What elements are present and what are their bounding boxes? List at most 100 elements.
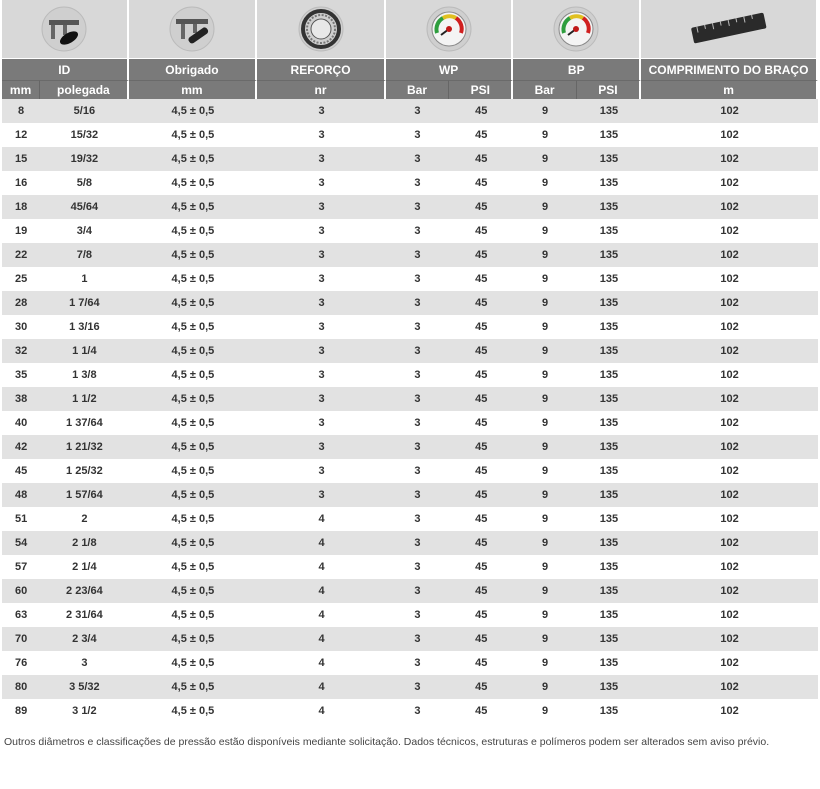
cell-reforco: 3 — [257, 435, 386, 459]
cell-wp-psi: 45 — [449, 507, 514, 531]
cell-mm: 42 — [2, 435, 41, 459]
cell-mm: 28 — [2, 291, 41, 315]
cell-bp-bar: 9 — [513, 603, 577, 627]
cell-length: 102 — [641, 339, 818, 363]
cell-polegada: 1 — [40, 267, 129, 291]
id-icon-cell — [2, 0, 129, 58]
cell-wp-bar: 3 — [385, 363, 450, 387]
cell-bp-psi: 135 — [576, 123, 642, 147]
cell-bp-psi: 135 — [576, 147, 642, 171]
cell-polegada: 1 3/8 — [40, 363, 129, 387]
group-header-row: ID Obrigado REFORÇO WP BP COMPRIMENTO DO… — [2, 58, 818, 80]
cell-polegada: 1 1/4 — [40, 339, 129, 363]
cell-mm: 57 — [2, 555, 41, 579]
cell-bp-bar: 9 — [513, 411, 577, 435]
cell-bp-psi: 135 — [576, 603, 642, 627]
cell-thickness: 4,5 ± 0,5 — [128, 651, 258, 675]
cell-thickness: 4,5 ± 0,5 — [128, 627, 258, 651]
cell-wp-bar: 3 — [385, 627, 450, 651]
cell-length: 102 — [641, 147, 818, 171]
cell-bp-psi: 135 — [576, 291, 642, 315]
cell-polegada: 1 21/32 — [40, 435, 129, 459]
unit-polegada: polegada — [40, 80, 129, 99]
cell-thickness: 4,5 ± 0,5 — [128, 99, 258, 123]
table-row: 28 1 7/64 4,5 ± 0,5 3 3 45 9 135 102 — [2, 291, 818, 315]
cell-wp-bar: 3 — [385, 315, 450, 339]
cell-reforco: 3 — [257, 483, 386, 507]
cell-length: 102 — [641, 123, 818, 147]
table-row: 54 2 1/8 4,5 ± 0,5 4 3 45 9 135 102 — [2, 531, 818, 555]
cell-bp-psi: 135 — [576, 171, 642, 195]
table-row: 25 1 4,5 ± 0,5 3 3 45 9 135 102 — [2, 267, 818, 291]
cell-mm: 80 — [2, 675, 41, 699]
cell-wp-bar: 3 — [385, 99, 450, 123]
wp-icon-cell — [385, 0, 514, 58]
cell-length: 102 — [641, 459, 818, 483]
cell-bp-psi: 135 — [576, 99, 642, 123]
cell-reforco: 3 — [257, 387, 386, 411]
cell-bp-bar: 9 — [513, 219, 577, 243]
cell-mm: 8 — [2, 99, 41, 123]
cell-wp-psi: 45 — [449, 483, 514, 507]
cell-mm: 45 — [2, 459, 41, 483]
cell-polegada: 2 23/64 — [40, 579, 129, 603]
pressure-gauge-icon — [553, 6, 599, 52]
cell-reforco: 4 — [257, 555, 386, 579]
cell-wp-psi: 45 — [449, 171, 514, 195]
cell-wp-bar: 3 — [385, 699, 450, 723]
cell-thickness: 4,5 ± 0,5 — [128, 147, 258, 171]
cell-wp-bar: 3 — [385, 171, 450, 195]
table-row: 76 3 4,5 ± 0,5 4 3 45 9 135 102 — [2, 651, 818, 675]
cell-bp-psi: 135 — [576, 483, 642, 507]
cell-wp-bar: 3 — [385, 459, 450, 483]
table-row: 63 2 31/64 4,5 ± 0,5 4 3 45 9 135 102 — [2, 603, 818, 627]
cell-wp-psi: 45 — [449, 627, 514, 651]
table-row: 42 1 21/32 4,5 ± 0,5 3 3 45 9 135 102 — [2, 435, 818, 459]
cell-wp-bar: 3 — [385, 555, 450, 579]
cell-polegada: 5/16 — [40, 99, 129, 123]
cell-length: 102 — [641, 411, 818, 435]
cell-length: 102 — [641, 627, 818, 651]
cell-thickness: 4,5 ± 0,5 — [128, 315, 258, 339]
table-row: 22 7/8 4,5 ± 0,5 3 3 45 9 135 102 — [2, 243, 818, 267]
spec-table-page: ID Obrigado REFORÇO WP BP COMPRIMENTO DO… — [0, 0, 820, 748]
cell-wp-psi: 45 — [449, 531, 514, 555]
cell-thickness: 4,5 ± 0,5 — [128, 531, 258, 555]
cell-reforco: 3 — [257, 171, 386, 195]
cell-wp-bar: 3 — [385, 435, 450, 459]
cell-mm: 25 — [2, 267, 41, 291]
cell-wp-psi: 45 — [449, 579, 514, 603]
cell-polegada: 3 1/2 — [40, 699, 129, 723]
cell-wp-bar: 3 — [385, 219, 450, 243]
cell-reforco: 3 — [257, 267, 386, 291]
cell-thickness: 4,5 ± 0,5 — [128, 483, 258, 507]
cell-mm: 63 — [2, 603, 41, 627]
cell-thickness: 4,5 ± 0,5 — [128, 435, 258, 459]
table-row: 15 19/32 4,5 ± 0,5 3 3 45 9 135 102 — [2, 147, 818, 171]
header-wp: WP — [385, 58, 514, 80]
cell-bp-psi: 135 — [576, 243, 642, 267]
header-bp: BP — [513, 58, 642, 80]
cell-bp-psi: 135 — [576, 699, 642, 723]
table-row: 48 1 57/64 4,5 ± 0,5 3 3 45 9 135 102 — [2, 483, 818, 507]
cell-wp-bar: 3 — [385, 507, 450, 531]
cell-bp-psi: 135 — [576, 315, 642, 339]
cell-mm: 12 — [2, 123, 41, 147]
cell-bp-bar: 9 — [513, 195, 577, 219]
cell-bp-bar: 9 — [513, 267, 577, 291]
cell-bp-bar: 9 — [513, 699, 577, 723]
cell-bp-psi: 135 — [576, 267, 642, 291]
cell-polegada: 1 57/64 — [40, 483, 129, 507]
cell-wp-bar: 3 — [385, 339, 450, 363]
cell-reforco: 4 — [257, 627, 386, 651]
cell-wp-bar: 3 — [385, 123, 450, 147]
footnote: Outros diâmetros e classificações de pre… — [4, 736, 770, 748]
cell-bp-bar: 9 — [513, 507, 577, 531]
cell-mm: 76 — [2, 651, 41, 675]
cell-wp-psi: 45 — [449, 99, 514, 123]
cell-bp-psi: 135 — [576, 531, 642, 555]
cell-wp-bar: 3 — [385, 579, 450, 603]
cell-reforco: 4 — [257, 531, 386, 555]
cell-bp-psi: 135 — [576, 387, 642, 411]
table-row: 19 3/4 4,5 ± 0,5 3 3 45 9 135 102 — [2, 219, 818, 243]
